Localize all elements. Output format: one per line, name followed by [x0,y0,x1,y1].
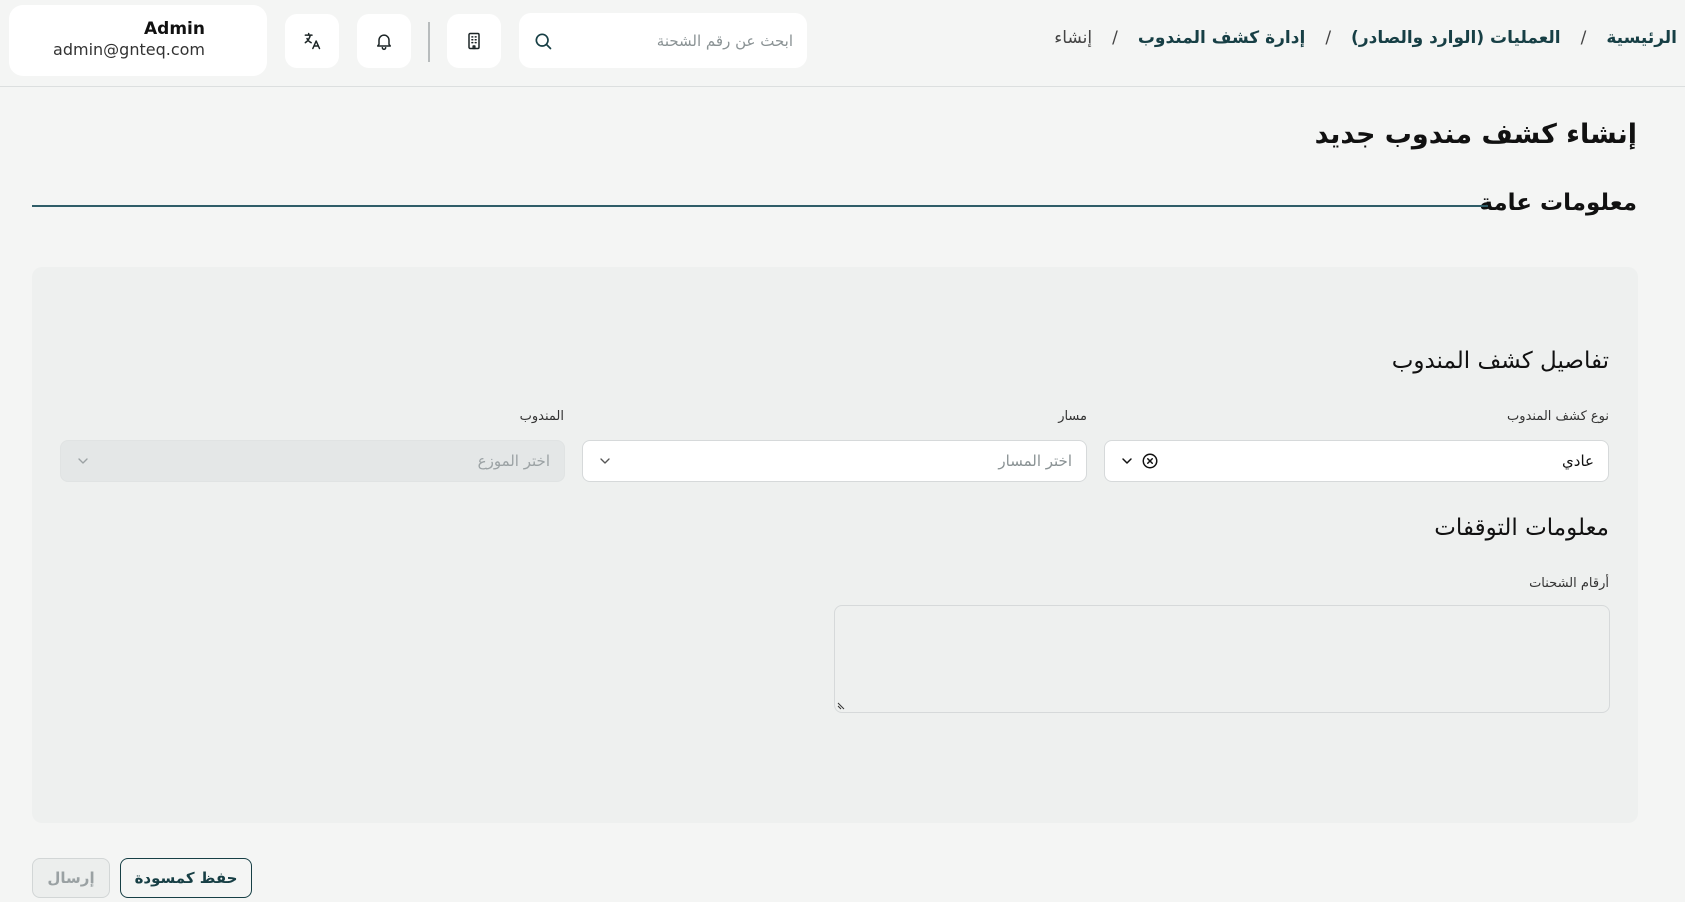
shipments-field-label: أرقام الشحنات [1529,576,1609,591]
type-select-value: عادي [1562,452,1594,470]
type-select[interactable]: عادي [1104,440,1609,482]
notifications-button[interactable] [357,14,411,68]
agent-field-label: المندوب [519,409,564,424]
building-icon [468,32,480,50]
section-divider [32,205,1488,207]
clear-icon[interactable] [1141,452,1159,470]
save-draft-button[interactable]: حفظ كمسودة [120,858,252,898]
breadcrumb-home[interactable]: الرئيسية [1606,28,1677,48]
language-button[interactable] [285,14,339,68]
search-input[interactable] [567,31,793,50]
chevron-down-icon [1122,458,1132,464]
submit-button[interactable]: إرسال [32,858,110,898]
breadcrumb-operations[interactable]: العمليات (الوارد والصادر) [1351,28,1561,48]
agent-select-placeholder: اختر الموزع [477,452,550,470]
page-title: إنشاء كشف مندوب جديد [1314,119,1637,150]
type-field-label: نوع كشف المندوب [1507,409,1609,424]
breadcrumb-agent-sheets[interactable]: إدارة كشف المندوب [1138,28,1306,48]
breadcrumb-separator: / [1325,28,1332,48]
bell-icon [377,34,391,51]
shipments-textarea[interactable] [834,605,1610,713]
route-select[interactable]: اختر المسار [582,440,1087,482]
breadcrumb-separator: / [1112,28,1118,48]
breadcrumb-separator: / [1580,28,1587,48]
user-card[interactable]: Admin admin@gnteq.com [9,5,267,76]
breadcrumb-current: إنشاء [1054,28,1093,48]
agent-select[interactable]: اختر الموزع [60,440,565,482]
chevron-down-icon [78,458,88,464]
section-title: معلومات عامة [1479,190,1637,216]
search-box[interactable] [519,13,807,68]
user-email: admin@gnteq.com [53,40,205,59]
route-select-placeholder: اختر المسار [998,452,1072,470]
resize-handle-icon[interactable] [837,700,847,710]
details-title: تفاصيل كشف المندوب [1391,348,1609,374]
translate-icon [304,32,321,50]
breadcrumb: الرئيسية / العمليات (الوارد والصادر) / إ… [1054,28,1677,48]
chevron-down-icon [600,458,610,464]
route-field-label: مسار [1058,409,1087,424]
stops-title: معلومات التوقفات [1434,515,1609,541]
branch-button[interactable] [447,14,501,68]
top-header: Admin admin@gnteq.com الرئيسية / العمليا… [0,0,1685,87]
user-name: Admin [144,19,205,39]
header-divider [428,22,430,62]
search-icon [535,33,552,49]
